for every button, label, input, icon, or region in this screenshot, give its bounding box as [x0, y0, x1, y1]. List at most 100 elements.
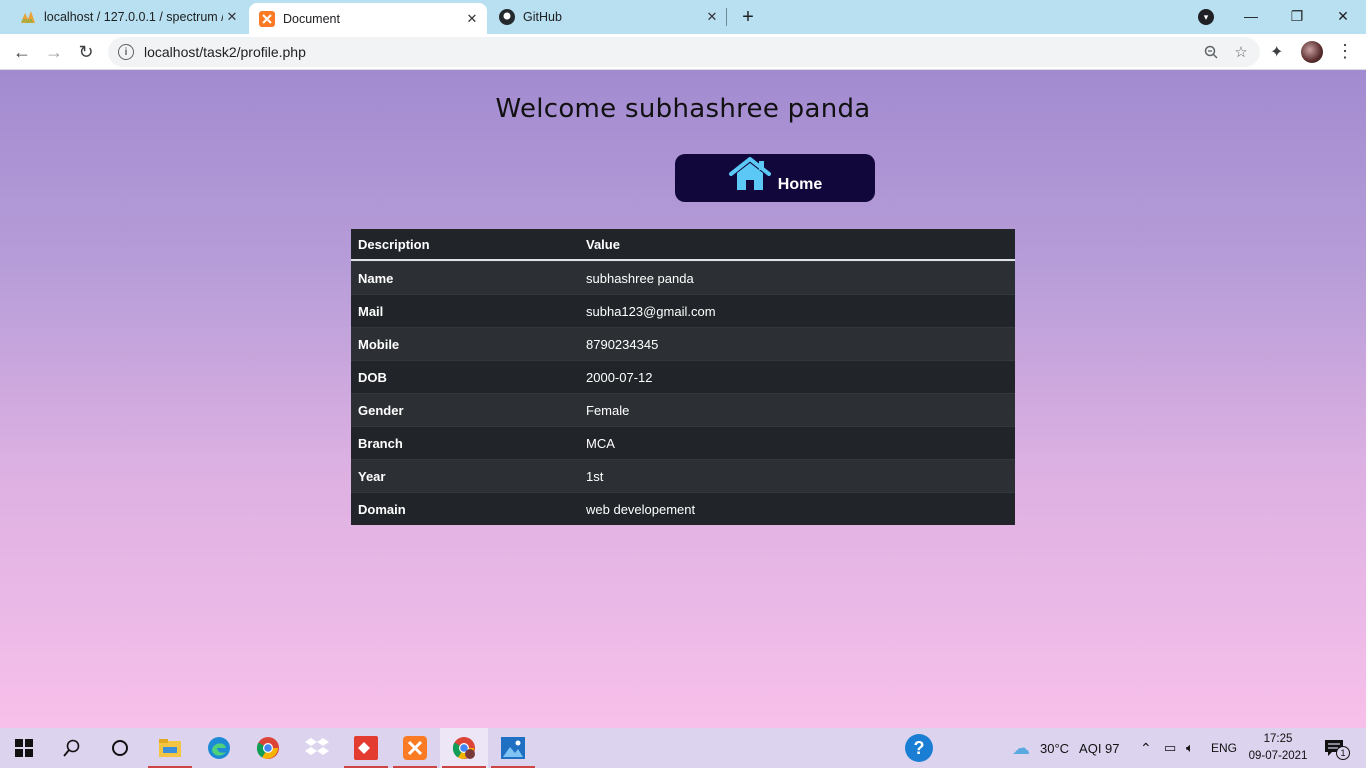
page-title: Welcome subhashree panda — [495, 94, 871, 124]
notification-center[interactable]: 1 — [1324, 728, 1350, 768]
table-header-row: Description Value — [351, 229, 1015, 261]
row-value: 8790234345 — [586, 336, 659, 352]
home-icon — [728, 155, 772, 196]
row-value: 1st — [586, 468, 604, 484]
table-row: Domain web developement — [351, 492, 1015, 525]
taskbar-photos[interactable] — [489, 728, 537, 768]
row-label: Year — [358, 468, 386, 484]
weather-widget[interactable]: ☁ 30°C AQI 97 — [1012, 728, 1120, 768]
address-bar[interactable]: i localhost/task2/profile.php ☆ — [108, 37, 1260, 67]
xampp-icon — [259, 10, 275, 27]
restore-button[interactable]: ❐ — [1274, 0, 1320, 32]
row-value: Female — [586, 402, 630, 418]
minimize-button[interactable]: — — [1228, 0, 1274, 32]
row-label: Domain — [358, 501, 406, 517]
new-tab-button[interactable]: + — [736, 5, 760, 29]
github-icon — [499, 9, 515, 25]
clock-date: 09-07-2021 — [1248, 750, 1308, 762]
notification-count-badge: 1 — [1336, 746, 1350, 760]
table-header-value: Value — [586, 236, 620, 252]
photos-icon — [501, 737, 525, 759]
browser-menu-icon[interactable]: ⋮ — [1336, 42, 1354, 60]
windows-taskbar: ? ☁ 30°C AQI 97 ⌃ ▭ 🔈︎ ENG 17:25 09-07-2… — [0, 728, 1366, 768]
help-icon: ? — [905, 734, 933, 762]
table-row: Mail subha123@gmail.com — [351, 294, 1015, 327]
bookmark-star-icon[interactable]: ☆ — [1230, 41, 1252, 63]
cortana-icon — [112, 740, 128, 756]
weather-temperature: 30°C — [1040, 740, 1070, 756]
volume-icon[interactable]: 🔈︎ — [1186, 728, 1194, 768]
table-row: DOB 2000-07-12 — [351, 360, 1015, 393]
meet-now-icon[interactable]: ▭ — [1164, 728, 1176, 768]
forward-button[interactable]: → — [40, 38, 68, 66]
page-content: Welcome subhashree panda Home Descriptio… — [0, 70, 1366, 728]
home-button-label: Home — [777, 176, 823, 193]
back-button[interactable]: ← — [8, 38, 36, 66]
language-indicator[interactable]: ENG — [1211, 728, 1237, 768]
table-row: Year 1st — [351, 459, 1015, 492]
weather-cloud-icon: ☁ — [1012, 737, 1030, 758]
cortana-button[interactable] — [96, 728, 144, 768]
reload-button[interactable]: ↻ — [72, 38, 100, 66]
show-hidden-icons[interactable]: ⌃ — [1140, 728, 1152, 768]
help-button[interactable]: ? — [895, 728, 943, 768]
table-row: Mobile 8790234345 — [351, 327, 1015, 360]
row-label: Name — [358, 270, 394, 286]
tab-phpmyadmin[interactable]: PMA localhost / 127.0.0.1 / spectrum / ✕ — [0, 0, 247, 34]
table-row: Branch MCA — [351, 426, 1015, 459]
taskbar-anydesk[interactable] — [342, 728, 390, 768]
row-label: Branch — [358, 435, 403, 451]
windows-logo-icon — [15, 739, 33, 757]
zoom-icon[interactable] — [1200, 41, 1222, 63]
weather-aqi: AQI 97 — [1079, 740, 1120, 756]
taskbar-xampp[interactable] — [391, 728, 439, 768]
row-value: 2000-07-12 — [586, 369, 653, 385]
row-value: MCA — [586, 435, 615, 451]
dropbox-icon — [305, 738, 329, 755]
taskbar-file-explorer[interactable] — [146, 728, 194, 768]
chrome-icon — [256, 737, 279, 759]
tab-title: localhost / 127.0.0.1 / spectrum / — [44, 10, 223, 24]
phpmyadmin-icon: PMA — [20, 9, 36, 25]
tab-separator — [726, 8, 727, 26]
profile-table: Description Value Name subhashree panda … — [351, 229, 1015, 525]
xampp-icon — [403, 736, 427, 760]
chrome-profile-icon — [452, 737, 475, 759]
close-tab-icon[interactable]: ✕ — [223, 8, 241, 26]
anydesk-icon — [354, 736, 378, 760]
close-window-button[interactable]: ✕ — [1320, 0, 1366, 32]
start-button[interactable] — [0, 728, 48, 768]
svg-text:?: ? — [914, 738, 925, 758]
table-row: Gender Female — [351, 393, 1015, 426]
row-value: subhashree panda — [586, 270, 694, 286]
taskbar-chrome[interactable] — [244, 728, 292, 768]
close-tab-icon[interactable]: ✕ — [463, 10, 481, 28]
row-label: Gender — [358, 402, 404, 418]
system-clock[interactable]: 17:25 09-07-2021 — [1240, 731, 1316, 765]
close-tab-icon[interactable]: ✕ — [703, 8, 721, 26]
clock-time: 17:25 — [1263, 733, 1293, 745]
table-row: Name subhashree panda — [351, 261, 1015, 294]
url-text[interactable]: localhost/task2/profile.php — [144, 44, 1200, 60]
tab-title: GitHub — [523, 10, 562, 24]
profile-avatar[interactable] — [1301, 41, 1323, 63]
taskbar-edge[interactable] — [195, 728, 243, 768]
row-label: Mobile — [358, 336, 400, 352]
tab-github[interactable]: GitHub ✕ — [489, 0, 727, 34]
site-info-icon[interactable]: i — [118, 44, 134, 60]
row-label: DOB — [358, 369, 387, 385]
row-value: subha123@gmail.com — [586, 303, 716, 319]
extensions-puzzle-icon[interactable]: ✦ — [1270, 42, 1283, 62]
taskbar-chrome-active[interactable] — [440, 728, 488, 768]
tab-title: Document — [283, 11, 340, 26]
row-label: Mail — [358, 303, 384, 319]
tab-search-icon[interactable]: ▾ — [1198, 9, 1214, 25]
tab-strip: PMA localhost / 127.0.0.1 / spectrum / ✕… — [0, 0, 1366, 34]
tab-document[interactable]: Document ✕ — [249, 3, 487, 34]
taskbar-dropbox[interactable] — [293, 728, 341, 768]
edge-icon — [208, 737, 230, 759]
svg-text:PMA: PMA — [22, 19, 34, 24]
row-value: web developement — [586, 501, 696, 517]
home-button[interactable]: Home — [675, 154, 875, 202]
search-button[interactable] — [48, 728, 96, 768]
